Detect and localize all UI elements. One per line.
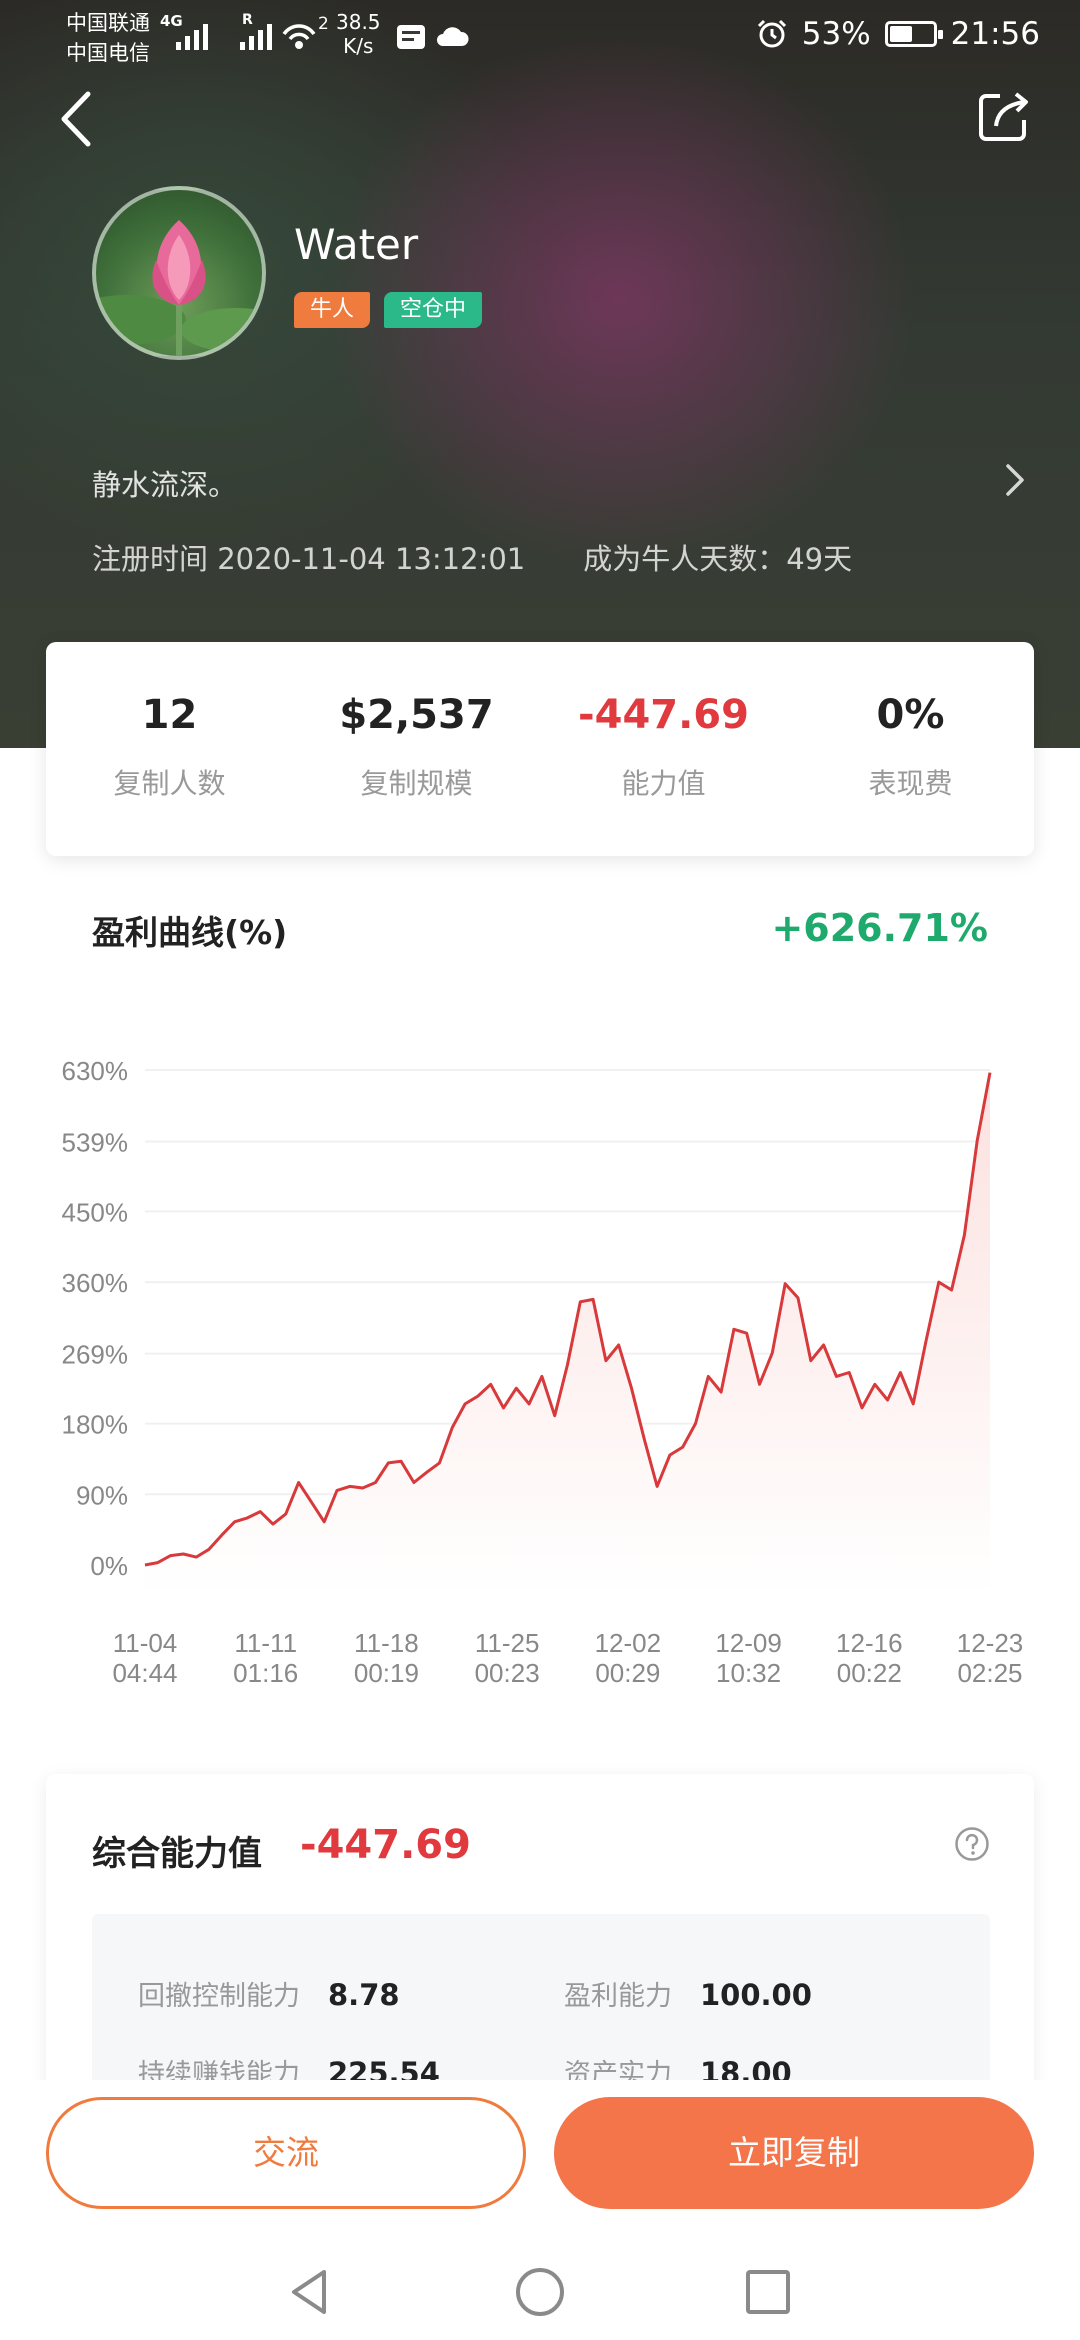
register-info: 注册时间 2020-11-04 13:12:01 成为牛人天数：49天 (92, 536, 852, 578)
x-tick-date: 12-16 (836, 1628, 903, 1658)
stat-label: 复制规模 (360, 767, 473, 800)
status-bar: 中国联通 中国电信 4G R 2 38.5 K/s 53% 21:56 (0, 0, 1080, 72)
y-tick-label: 90% (76, 1480, 128, 1510)
nav-back-icon[interactable] (280, 2262, 340, 2322)
expert-days: 成为牛人天数：49天 (583, 542, 853, 576)
signal-icon-2 (240, 20, 272, 50)
register-time: 注册时间 2020-11-04 13:12:01 (92, 542, 526, 576)
wifi-icon (282, 24, 316, 49)
ability-item-value: 8.78 (328, 1978, 400, 2012)
wifi-level: 2 (318, 14, 329, 34)
stat-ability: -447.69 能力值 (540, 642, 787, 856)
stat-label: 表现费 (868, 767, 953, 800)
stat-label: 复制人数 (113, 767, 226, 800)
x-tick-time: 01:16 (233, 1658, 298, 1688)
x-tick-time: 00:19 (354, 1658, 419, 1688)
x-tick-date: 11-18 (354, 1628, 419, 1658)
net-speed-unit: K/s (343, 34, 374, 58)
badge-row: 牛人 空仓中 (294, 292, 483, 328)
chevron-right-icon[interactable] (1000, 458, 1030, 502)
x-tick-date: 11-25 (475, 1628, 540, 1658)
x-tick-date: 12-23 (957, 1628, 1024, 1658)
carrier-2: 中国电信 (66, 41, 150, 65)
ability-score: -447.69 (300, 1822, 471, 1868)
stat-value: -447.69 (578, 692, 749, 738)
system-navigation-bar (0, 2250, 1080, 2340)
stat-label: 能力值 (621, 767, 706, 800)
ability-item: 回撤控制能力 8.78 (138, 1974, 400, 2013)
battery-fill (889, 26, 912, 42)
ability-item-label: 回撤控制能力 (138, 1981, 300, 2012)
carrier-names: 中国联通 中国电信 (66, 8, 150, 68)
net-speed: 38.5 K/s (336, 10, 381, 58)
alarm-icon (757, 19, 786, 48)
stat-value: $2,537 (339, 692, 494, 738)
status-right: 53% 21:56 (756, 16, 1040, 52)
position-status-badge: 空仓中 (384, 292, 483, 328)
signal-icon (176, 20, 208, 50)
x-tick-time: 10:32 (716, 1658, 781, 1688)
x-tick-time: 02:25 (957, 1658, 1022, 1688)
x-tick-date: 12-09 (715, 1628, 782, 1658)
x-tick-time: 00:23 (475, 1658, 540, 1688)
y-tick-label: 0% (90, 1551, 128, 1581)
cloud-icon (437, 27, 469, 46)
profit-chart: 630% 539% 450% 360% 269% 180% 90% 0% 11-0404:44 1… (62, 1056, 1024, 1688)
ability-item-value: 100.00 (700, 1978, 812, 2012)
x-tick-date: 11-11 (234, 1628, 297, 1658)
battery-percent: 53% (801, 16, 871, 52)
stat-copy-scale: $2,537 复制规模 (293, 642, 540, 856)
y-tick-label: 180% (62, 1410, 129, 1440)
y-tick-label: 360% (62, 1268, 129, 1298)
x-tick-time: 04:44 (112, 1658, 177, 1688)
ability-item: 盈利能力 100.00 (564, 1974, 812, 2013)
x-tick-date: 12-02 (595, 1628, 662, 1658)
expert-badge: 牛人 (294, 292, 371, 328)
net-speed-value: 38.5 (336, 10, 381, 34)
ability-title: 综合能力值 (92, 1834, 262, 1874)
y-tick-label: 539% (62, 1128, 129, 1158)
battery-icon (884, 21, 943, 47)
clock: 21:56 (950, 16, 1040, 52)
copy-now-button[interactable]: 立即复制 (554, 2097, 1034, 2209)
x-tick-time: 00:29 (595, 1658, 660, 1688)
avatar (92, 186, 266, 360)
x-tick-date: 11-04 (113, 1628, 178, 1658)
bottom-action-bar: 交流 立即复制 (0, 2080, 1080, 2340)
message-icon (397, 25, 425, 49)
bio-text[interactable]: 静水流深。 (92, 462, 237, 504)
trader-profile-page: 中国联通 中国电信 4G R 2 38.5 K/s 53% 21:56 Wate… (0, 0, 1080, 2340)
profit-chart-title: 盈利曲线(%) (92, 913, 288, 952)
lotus-avatar-image (96, 220, 262, 356)
help-icon[interactable] (954, 1826, 990, 1862)
stat-copiers: 12 复制人数 (46, 642, 293, 856)
profit-total: +626.71% (771, 906, 988, 950)
stat-value: 0% (876, 692, 945, 738)
y-tick-label: 450% (62, 1197, 129, 1227)
stat-performance-fee: 0% 表现费 (787, 642, 1034, 856)
profile-header: 中国联通 中国电信 4G R 2 38.5 K/s 53% 21:56 Wate… (0, 0, 1080, 748)
y-tick-label: 269% (62, 1340, 129, 1370)
carrier-1: 中国联通 (66, 11, 150, 35)
user-name: Water (294, 220, 419, 269)
y-tick-label: 630% (62, 1056, 129, 1086)
nav-home-icon[interactable] (510, 2262, 570, 2322)
nav-recents-icon[interactable] (738, 2262, 798, 2322)
profit-area (145, 1072, 990, 1595)
stats-card: 12 复制人数 $2,537 复制规模 -447.69 能力值 0% 表现费 (46, 642, 1034, 856)
x-tick-time: 00:22 (837, 1658, 902, 1688)
back-icon[interactable] (50, 84, 106, 154)
share-icon[interactable] (974, 86, 1034, 146)
stat-value: 12 (141, 692, 198, 738)
ability-item-label: 盈利能力 (564, 1981, 672, 2012)
chat-button[interactable]: 交流 (46, 2097, 526, 2209)
